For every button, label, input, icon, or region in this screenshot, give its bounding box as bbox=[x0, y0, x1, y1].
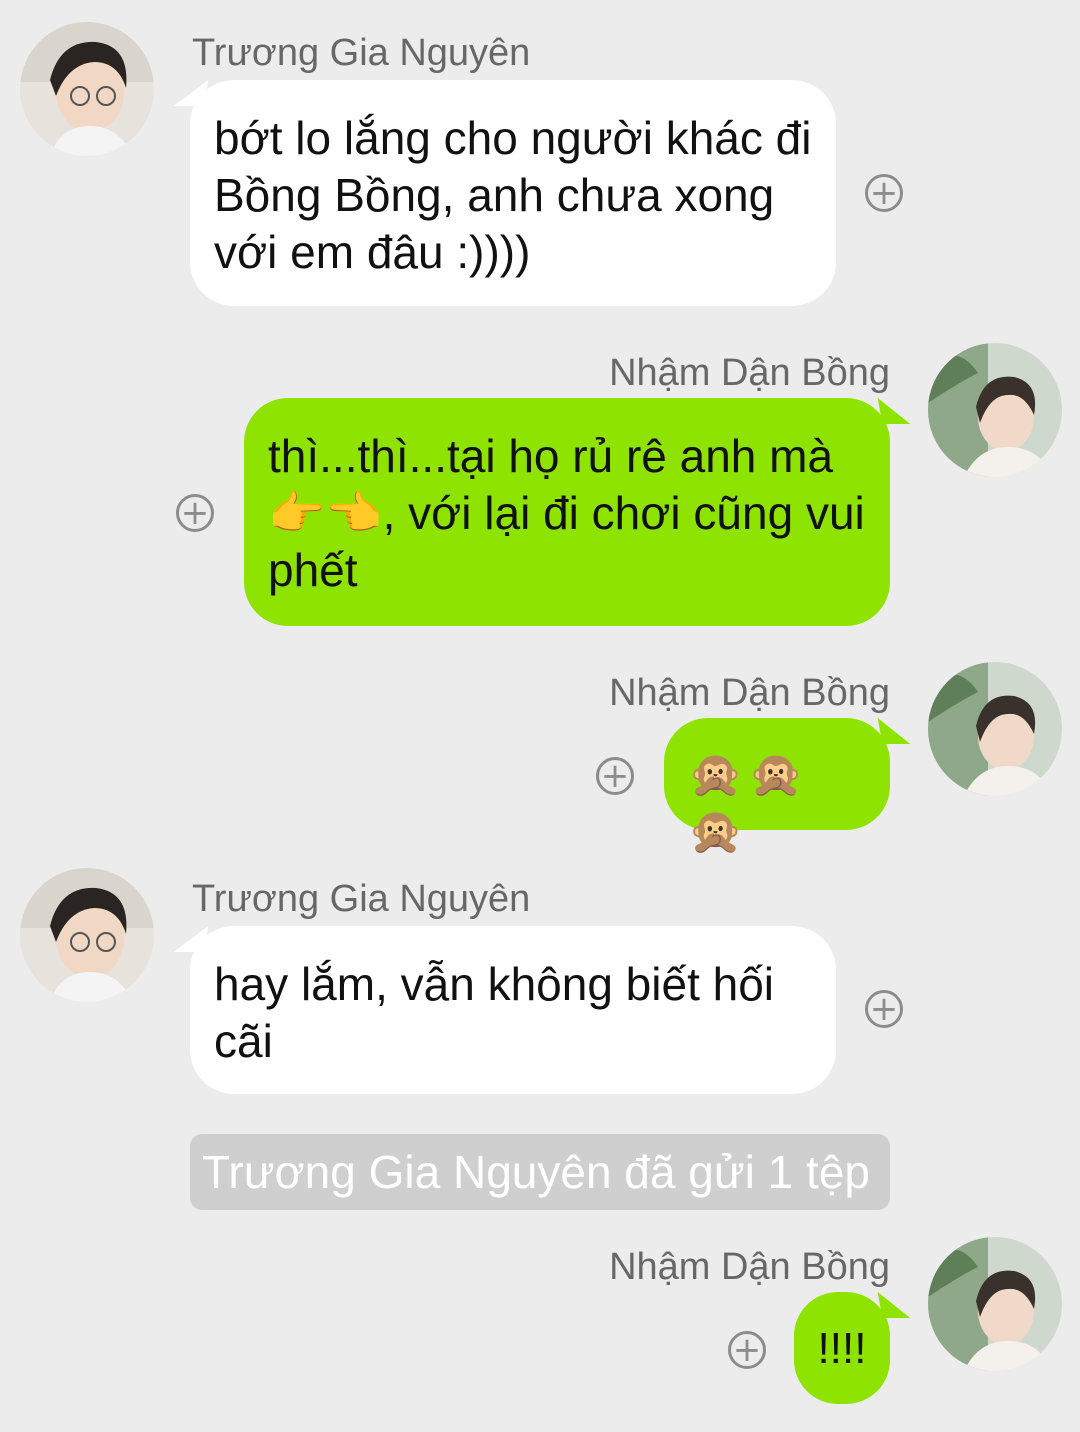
plus-circle-icon[interactable]: + bbox=[865, 990, 903, 1028]
pointing-fingers-emoji: 👉👈 bbox=[268, 486, 383, 540]
avatar-nham-dan-bong[interactable] bbox=[928, 343, 1062, 477]
message-bubble-incoming[interactable]: bớt lo lắng cho người khác đi Bồng Bồng,… bbox=[190, 80, 836, 306]
avatar-truong-gia-nguyen[interactable] bbox=[20, 868, 154, 1002]
avatar-nham-dan-bong[interactable] bbox=[928, 1237, 1062, 1371]
message-text: thì...thì...tại họ rủ rê anh mà bbox=[268, 430, 834, 482]
sender-name: Nhậm Dận Bồng bbox=[609, 352, 890, 394]
message-bubble-incoming[interactable]: hay lắm, vẫn không biết hối cãi bbox=[190, 926, 836, 1094]
plus-circle-icon[interactable]: + bbox=[865, 174, 903, 212]
message-text: bớt lo lắng cho người khác đi Bồng Bồng,… bbox=[214, 112, 812, 278]
plus-circle-icon[interactable]: + bbox=[728, 1331, 766, 1369]
sender-name: Nhậm Dận Bồng bbox=[609, 1246, 890, 1288]
plus-circle-icon[interactable]: + bbox=[596, 757, 634, 795]
avatar-truong-gia-nguyen[interactable] bbox=[20, 22, 154, 156]
message-bubble-outgoing[interactable]: !!!! bbox=[794, 1292, 890, 1404]
sender-name: Trương Gia Nguyên bbox=[192, 32, 531, 74]
message-text: !!!! bbox=[817, 1324, 867, 1373]
message-bubble-outgoing[interactable]: thì...thì...tại họ rủ rê anh mà 👉👈, với … bbox=[244, 398, 890, 626]
sender-name: Trương Gia Nguyên bbox=[192, 878, 531, 920]
monkey-emoji-message: 🙊🙊🙊 bbox=[688, 749, 810, 857]
plus-circle-icon[interactable]: + bbox=[176, 494, 214, 532]
file-sent-notice[interactable]: Trương Gia Nguyên đã gửi 1 tệp bbox=[190, 1134, 890, 1210]
message-text: hay lắm, vẫn không biết hối cãi bbox=[214, 958, 775, 1067]
sender-name: Nhậm Dận Bồng bbox=[609, 672, 890, 714]
avatar-nham-dan-bong[interactable] bbox=[928, 662, 1062, 796]
message-bubble-outgoing[interactable]: 🙊🙊🙊 bbox=[664, 718, 890, 857]
